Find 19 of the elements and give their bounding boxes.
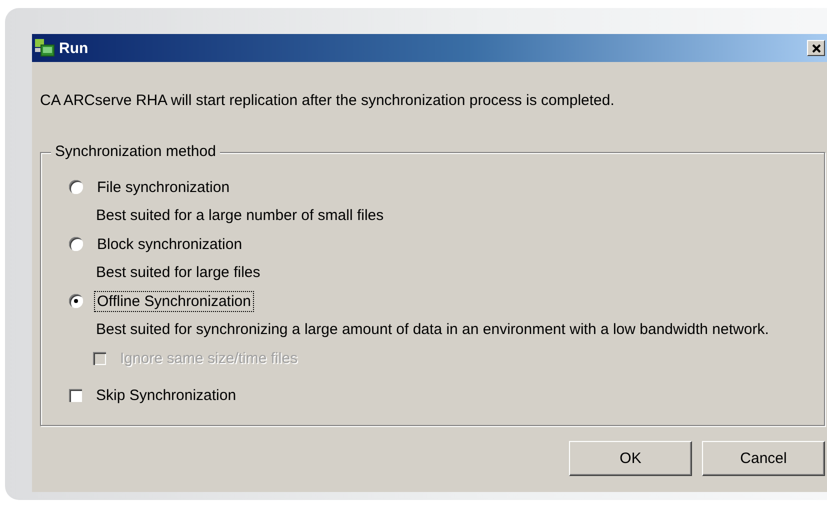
option-description: Best suited for a large number of small files	[96, 206, 385, 226]
dialog-button[interactable]: Cancel	[702, 441, 825, 476]
app-icon	[34, 37, 56, 59]
option-description: Best suited for synchronizing a large amount of data in an environment with a low bandwidth network.	[96, 320, 770, 340]
close-icon	[812, 44, 820, 52]
option-description: Best suited for large files	[96, 263, 262, 283]
message-text: CA ARCserve RHA will start replication after the synchronization process is completed.	[40, 92, 616, 109]
radio-button[interactable]	[69, 294, 83, 308]
dialog-button[interactable]: OK	[569, 441, 692, 476]
group-title: Synchronization method	[51, 143, 220, 160]
radio-label[interactable]: File synchronization	[94, 176, 233, 198]
window-title: Run	[59, 40, 90, 56]
radio-label[interactable]: Offline Synchronization	[94, 290, 254, 312]
radio-label[interactable]: Block synchronization	[94, 234, 246, 254]
close-button[interactable]	[807, 40, 825, 56]
radio-button[interactable]	[69, 180, 83, 194]
radio-button[interactable]	[69, 237, 83, 251]
checkbox[interactable]	[69, 388, 82, 402]
checkbox-label[interactable]: Skip Synchronization	[93, 384, 240, 406]
